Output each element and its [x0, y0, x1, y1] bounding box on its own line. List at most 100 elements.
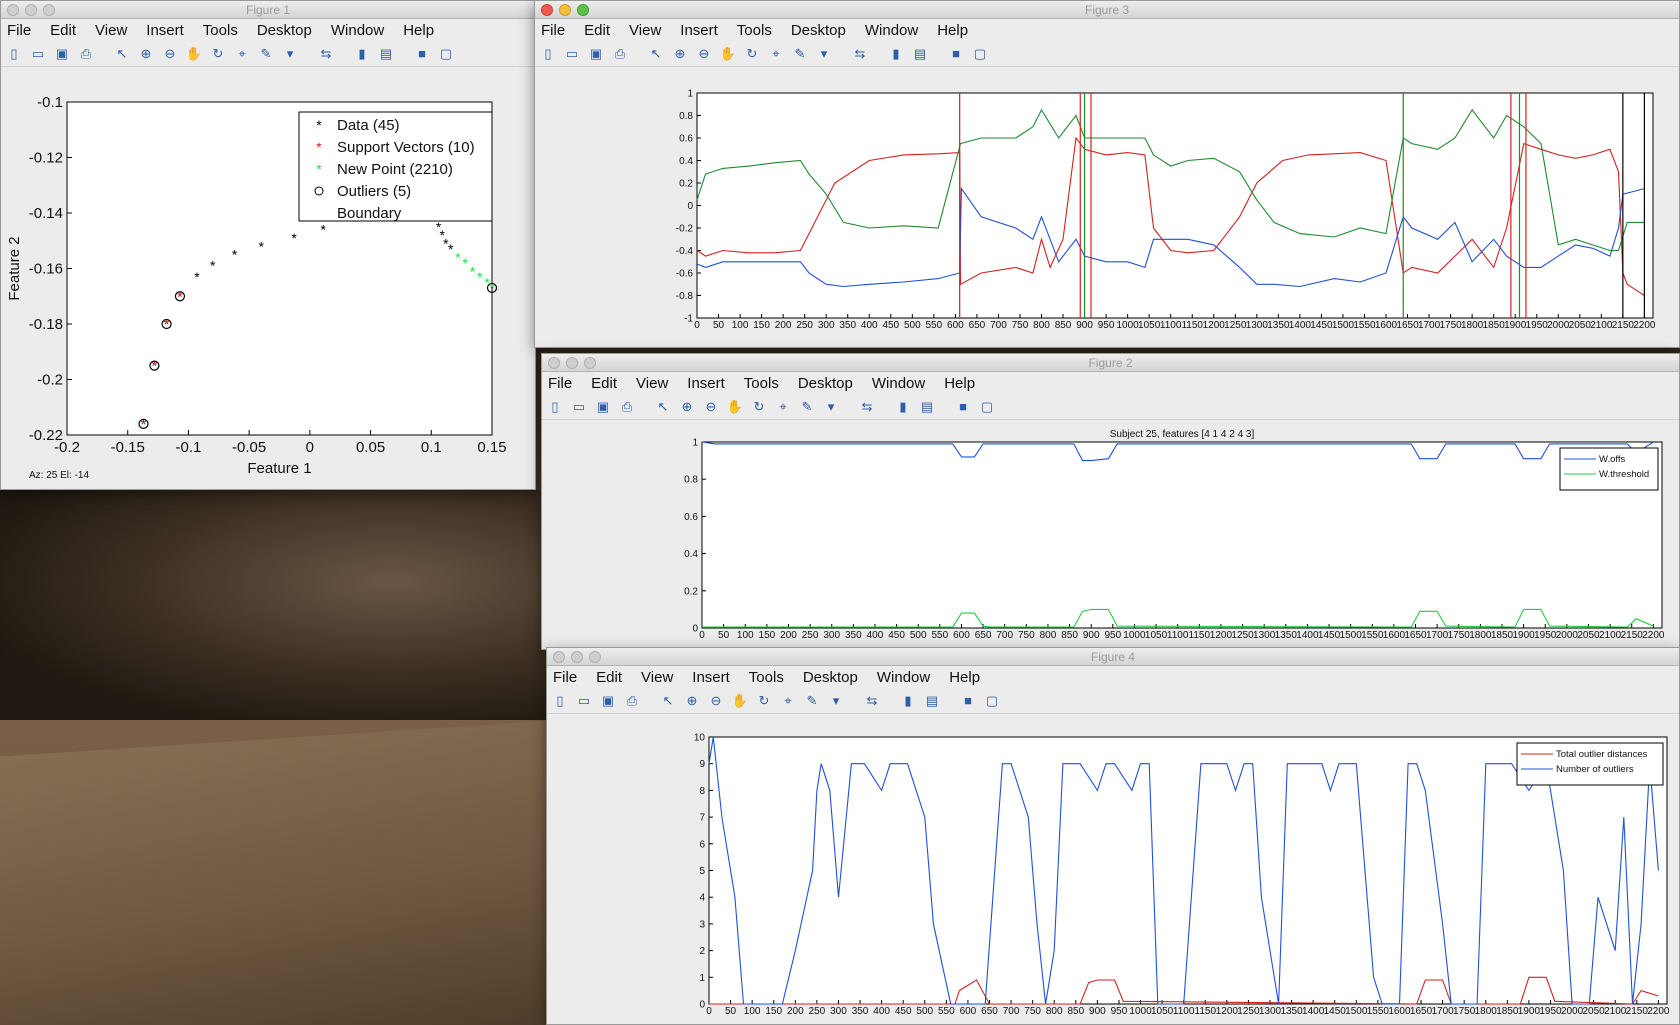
- figure1-titlebar[interactable]: Figure 1: [1, 1, 535, 19]
- brush-icon[interactable]: ✎: [257, 45, 275, 63]
- save-icon[interactable]: ▣: [587, 45, 605, 63]
- menu-help[interactable]: Help: [403, 22, 434, 39]
- close-icon[interactable]: [548, 357, 560, 369]
- figure3-titlebar[interactable]: Figure 3: [535, 1, 1679, 19]
- menu-insert[interactable]: Insert: [680, 22, 718, 39]
- zoom-window-icon[interactable]: [577, 4, 589, 16]
- print-icon[interactable]: ⎙: [611, 45, 629, 63]
- zoom-window-icon[interactable]: [589, 651, 601, 663]
- menu-window[interactable]: Window: [865, 22, 918, 39]
- minimize-icon[interactable]: [566, 357, 578, 369]
- dropdown-icon[interactable]: ▾: [827, 692, 845, 710]
- rotate-icon[interactable]: ↻: [755, 692, 773, 710]
- figure2-line-chart[interactable]: 0 50 100 150 200 250 300 350 400 450 500 550 600 650 7…: [542, 421, 1680, 650]
- colorbar-icon[interactable]: ▮: [894, 398, 912, 416]
- minimize-icon[interactable]: [559, 4, 571, 16]
- minimize-icon[interactable]: [25, 4, 37, 16]
- menu-tools[interactable]: Tools: [203, 22, 238, 39]
- minimize-icon[interactable]: [571, 651, 583, 663]
- print-icon[interactable]: ⎙: [623, 692, 641, 710]
- menu-help[interactable]: Help: [949, 669, 980, 686]
- menu-desktop[interactable]: Desktop: [257, 22, 312, 39]
- figure2-titlebar[interactable]: Figure 2: [542, 354, 1679, 372]
- hide-plot-icon[interactable]: ■: [413, 45, 431, 63]
- menu-file[interactable]: File: [553, 669, 577, 686]
- brush-icon[interactable]: ✎: [791, 45, 809, 63]
- hide-plot-icon[interactable]: ■: [959, 692, 977, 710]
- data-cursor-icon[interactable]: ⌖: [233, 45, 251, 63]
- menu-help[interactable]: Help: [937, 22, 968, 39]
- menu-insert[interactable]: Insert: [687, 375, 725, 392]
- menu-file[interactable]: File: [541, 22, 565, 39]
- close-icon[interactable]: [7, 4, 19, 16]
- rotate-icon[interactable]: ↻: [750, 398, 768, 416]
- zoom-in-icon[interactable]: ⊕: [137, 45, 155, 63]
- legend-icon[interactable]: ▤: [377, 45, 395, 63]
- menu-insert[interactable]: Insert: [692, 669, 730, 686]
- legend-icon[interactable]: ▤: [918, 398, 936, 416]
- menu-tools[interactable]: Tools: [744, 375, 779, 392]
- menu-view[interactable]: View: [636, 375, 668, 392]
- menu-desktop[interactable]: Desktop: [791, 22, 846, 39]
- dropdown-icon[interactable]: ▾: [822, 398, 840, 416]
- zoom-out-icon[interactable]: ⊖: [161, 45, 179, 63]
- rotate-icon[interactable]: ↻: [743, 45, 761, 63]
- pointer-icon[interactable]: ↖: [647, 45, 665, 63]
- menu-edit[interactable]: Edit: [596, 669, 622, 686]
- close-icon[interactable]: [541, 4, 553, 16]
- menu-file[interactable]: File: [7, 22, 31, 39]
- pan-icon[interactable]: ✋: [731, 692, 749, 710]
- zoom-out-icon[interactable]: ⊖: [702, 398, 720, 416]
- link-icon[interactable]: ⇆: [317, 45, 335, 63]
- data-cursor-icon[interactable]: ⌖: [767, 45, 785, 63]
- menu-help[interactable]: Help: [944, 375, 975, 392]
- menu-tools[interactable]: Tools: [749, 669, 784, 686]
- zoom-out-icon[interactable]: ⊖: [695, 45, 713, 63]
- menu-desktop[interactable]: Desktop: [798, 375, 853, 392]
- open-folder-icon[interactable]: ▭: [563, 45, 581, 63]
- zoom-in-icon[interactable]: ⊕: [678, 398, 696, 416]
- zoom-in-icon[interactable]: ⊕: [683, 692, 701, 710]
- open-folder-icon[interactable]: ▭: [575, 692, 593, 710]
- menu-window[interactable]: Window: [331, 22, 384, 39]
- menu-view[interactable]: View: [641, 669, 673, 686]
- dropdown-icon[interactable]: ▾: [815, 45, 833, 63]
- hide-plot-icon[interactable]: ■: [947, 45, 965, 63]
- figure1-scatter-chart[interactable]: -0.2 -0.15 -0.1 -0.05 0 0.05 0.1 0.15 -0.1 -0.12 -…: [1, 68, 536, 490]
- show-plot-icon[interactable]: ▢: [437, 45, 455, 63]
- brush-icon[interactable]: ✎: [798, 398, 816, 416]
- menu-edit[interactable]: Edit: [591, 375, 617, 392]
- pan-icon[interactable]: ✋: [719, 45, 737, 63]
- figure4-line-chart[interactable]: 0 50 100 150 200 250 300 350 400 450 500 550 600 650 7…: [547, 715, 1680, 1025]
- colorbar-icon[interactable]: ▮: [353, 45, 371, 63]
- figure3-line-chart[interactable]: 0 50 100 150 200 250 300 350 400 450 500 550 600 650 7…: [535, 68, 1680, 348]
- open-folder-icon[interactable]: ▭: [29, 45, 47, 63]
- link-icon[interactable]: ⇆: [858, 398, 876, 416]
- zoom-window-icon[interactable]: [43, 4, 55, 16]
- save-icon[interactable]: ▣: [53, 45, 71, 63]
- link-icon[interactable]: ⇆: [851, 45, 869, 63]
- new-file-icon[interactable]: ▯: [539, 45, 557, 63]
- zoom-window-icon[interactable]: [584, 357, 596, 369]
- zoom-in-icon[interactable]: ⊕: [671, 45, 689, 63]
- pointer-icon[interactable]: ↖: [113, 45, 131, 63]
- print-icon[interactable]: ⎙: [618, 398, 636, 416]
- hide-plot-icon[interactable]: ■: [954, 398, 972, 416]
- menu-window[interactable]: Window: [872, 375, 925, 392]
- show-plot-icon[interactable]: ▢: [971, 45, 989, 63]
- pointer-icon[interactable]: ↖: [654, 398, 672, 416]
- menu-insert[interactable]: Insert: [146, 22, 184, 39]
- pointer-icon[interactable]: ↖: [659, 692, 677, 710]
- menu-window[interactable]: Window: [877, 669, 930, 686]
- new-file-icon[interactable]: ▯: [5, 45, 23, 63]
- new-file-icon[interactable]: ▯: [546, 398, 564, 416]
- brush-icon[interactable]: ✎: [803, 692, 821, 710]
- open-folder-icon[interactable]: ▭: [570, 398, 588, 416]
- rotate-icon[interactable]: ↻: [209, 45, 227, 63]
- menu-view[interactable]: View: [95, 22, 127, 39]
- print-icon[interactable]: ⎙: [77, 45, 95, 63]
- pan-icon[interactable]: ✋: [185, 45, 203, 63]
- menu-tools[interactable]: Tools: [737, 22, 772, 39]
- menu-file[interactable]: File: [548, 375, 572, 392]
- dropdown-icon[interactable]: ▾: [281, 45, 299, 63]
